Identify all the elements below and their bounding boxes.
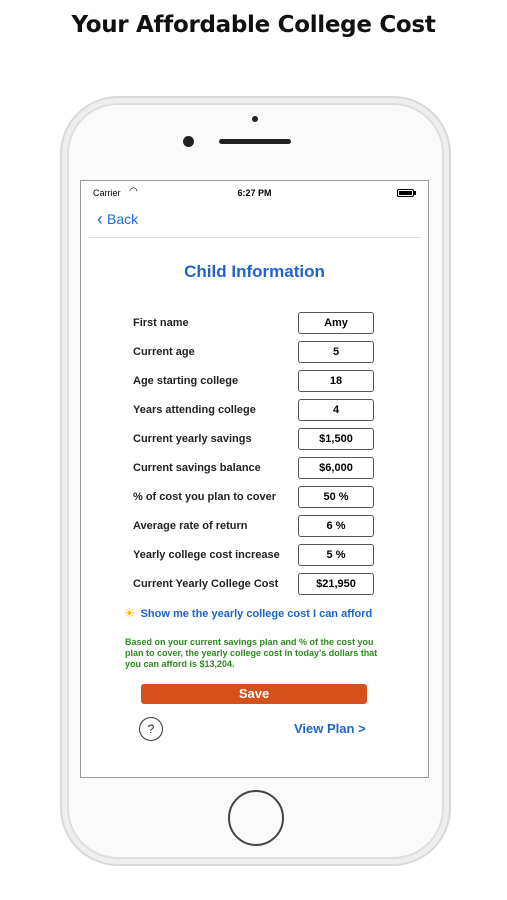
form-row: Current age 5: [133, 341, 379, 370]
savings-balance-input[interactable]: $6,000: [298, 457, 374, 479]
result-message: Based on your current savings plan and %…: [125, 637, 378, 669]
front-camera: [183, 136, 194, 147]
child-info-form: First name Amy Current age 5 Age startin…: [133, 312, 379, 602]
clock: 6:27 PM: [237, 188, 272, 198]
form-row: Yearly college cost increase 5 %: [133, 544, 379, 573]
save-button[interactable]: Save: [141, 684, 367, 704]
field-label: Current Yearly College Cost: [133, 578, 279, 590]
earpiece-speaker: [219, 139, 291, 144]
yearly-college-cost-input[interactable]: $21,950: [298, 573, 374, 595]
years-attending-input[interactable]: 4: [298, 399, 374, 421]
status-bar: Carrier ◠ 6:27 PM: [81, 181, 428, 205]
field-label: Current yearly savings: [133, 433, 252, 445]
age-starting-college-input[interactable]: 18: [298, 370, 374, 392]
field-label: First name: [133, 317, 189, 329]
yearly-savings-input[interactable]: $1,500: [298, 428, 374, 450]
afford-link[interactable]: Show me the yearly college cost I can af…: [141, 608, 373, 620]
page-headline: Your Affordable College Cost: [71, 12, 436, 38]
field-label: Yearly college cost increase: [133, 549, 280, 561]
back-label: Back: [107, 211, 139, 227]
help-button[interactable]: ?: [139, 717, 163, 741]
home-button[interactable]: [228, 790, 284, 846]
front-sensor: [252, 116, 258, 122]
nav-bar: ‹ Back: [89, 205, 420, 238]
cost-increase-input[interactable]: 5 %: [298, 544, 374, 566]
cost-cover-percent-input[interactable]: 50 %: [298, 486, 374, 508]
field-label: Current savings balance: [133, 462, 261, 474]
form-row: First name Amy: [133, 312, 379, 341]
field-label: Age starting college: [133, 375, 239, 387]
current-age-input[interactable]: 5: [298, 341, 374, 363]
rate-of-return-input[interactable]: 6 %: [298, 515, 374, 537]
field-label: Current age: [133, 346, 195, 358]
field-label: Average rate of return: [133, 520, 248, 532]
form-row: Years attending college 4: [133, 399, 379, 428]
screen-title: Child Information: [184, 262, 325, 281]
chevron-left-icon: ‹: [97, 209, 103, 229]
form-row: Current savings balance $6,000: [133, 457, 379, 486]
form-row: Age starting college 18: [133, 370, 379, 399]
view-plan-link[interactable]: View Plan >: [294, 721, 366, 736]
battery-icon: [397, 189, 416, 197]
first-name-input[interactable]: Amy: [298, 312, 374, 334]
form-row: Average rate of return 6 %: [133, 515, 379, 544]
field-label: % of cost you plan to cover: [133, 491, 277, 503]
form-row: % of cost you plan to cover 50 %: [133, 486, 379, 515]
back-button[interactable]: ‹ Back: [97, 209, 139, 229]
app-screen: Carrier ◠ 6:27 PM ‹ Back Child Informati…: [80, 180, 429, 778]
form-row: Current yearly savings $1,500: [133, 428, 379, 457]
form-row: Current Yearly College Cost $21,950: [133, 573, 379, 602]
afford-link-row[interactable]: ☀ Show me the yearly college cost I can …: [123, 605, 423, 622]
field-label: Years attending college: [133, 404, 256, 416]
lightbulb-icon: ☀: [123, 605, 136, 621]
